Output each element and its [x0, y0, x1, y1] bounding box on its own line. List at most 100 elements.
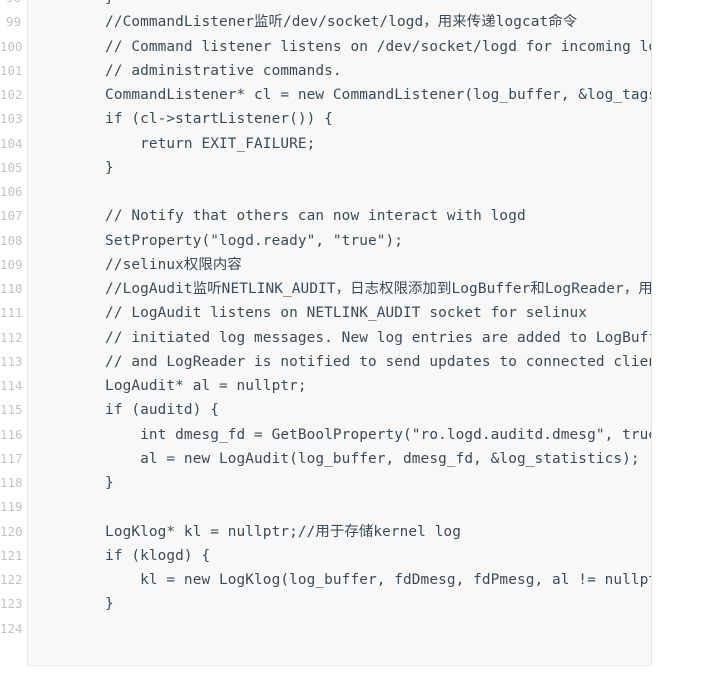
code-line-text: } [70, 596, 114, 613]
code-line-text: //selinux权限内容 [70, 256, 242, 273]
code-line[interactable]: if (auditd) { [0, 398, 651, 422]
code-line[interactable]: //CommandListener监听/dev/socket/logd，用来传递… [0, 10, 651, 34]
gutter-row: 99 [0, 10, 27, 34]
line-number: 98 [0, 0, 21, 10]
code-line[interactable] [0, 495, 651, 519]
gutter-row: 112 [0, 326, 27, 350]
line-number: 118 [0, 475, 23, 490]
line-number: 100 [0, 38, 23, 54]
code-line[interactable]: LogAudit* al = nullptr; [0, 374, 651, 398]
line-number: 115 [0, 402, 23, 418]
line-number: 123 [0, 596, 23, 612]
gutter-row: 114 [0, 374, 27, 398]
code-line[interactable]: //selinux权限内容 [0, 253, 651, 277]
line-number: 108 [0, 232, 23, 248]
gutter-row: 110 [0, 277, 27, 301]
line-number: 122 [0, 572, 23, 587]
code-line[interactable]: //LogAudit监听NETLINK_AUDIT，日志权限添加到LogBuff… [0, 277, 651, 301]
code-line-text: if (klogd) { [70, 547, 211, 564]
line-number: 117 [0, 450, 23, 466]
line-number: 124 [0, 620, 23, 636]
code-line-text: // LogAudit listens on NETLINK_AUDIT soc… [70, 305, 588, 322]
code-line-text: // Command listener listens on /dev/sock… [70, 38, 652, 55]
code-line[interactable]: } [0, 156, 651, 180]
code-line[interactable]: SetProperty("logd.ready", "true"); [0, 229, 651, 253]
line-number: 112 [0, 329, 23, 345]
code-line[interactable]: // administrative commands. [0, 59, 651, 83]
line-number: 109 [0, 256, 23, 272]
code-block: } //CommandListener监听/dev/socket/logd，用来… [0, 0, 702, 666]
code-line[interactable]: al = new LogAudit(log_buffer, dmesg_fd, … [0, 447, 651, 471]
code-line[interactable] [0, 617, 651, 641]
gutter-row: 117 [0, 447, 27, 471]
code-lines-container: } //CommandListener监听/dev/socket/logd，用来… [0, 0, 651, 641]
code-line[interactable]: // and LogReader is notified to send upd… [0, 350, 651, 374]
code-line[interactable]: } [0, 0, 651, 10]
code-line-text: // and LogReader is notified to send upd… [70, 353, 652, 370]
code-line-text: return EXIT_FAILURE; [70, 135, 316, 152]
code-line-text: } [70, 0, 114, 10]
code-line[interactable]: LogKlog* kl = nullptr;//用于存储kernel log [0, 520, 651, 544]
line-number: 111 [0, 305, 23, 321]
page-bottom-margin [0, 666, 702, 677]
gutter-row: 106 [0, 180, 27, 204]
line-number: 105 [0, 159, 23, 175]
code-line[interactable]: // initiated log messages. New log entri… [0, 326, 651, 350]
code-line-text: LogKlog* kl = nullptr;//用于存储kernel log [70, 523, 461, 540]
code-line-text: } [70, 475, 114, 491]
gutter-row: 121 [0, 544, 27, 568]
line-number: 103 [0, 111, 23, 127]
gutter-row: 118 [0, 471, 27, 495]
gutter-row: 122 [0, 568, 27, 592]
code-line[interactable] [0, 180, 651, 204]
line-number: 104 [0, 135, 23, 151]
gutter-row: 107 [0, 204, 27, 228]
code-scroll-viewport[interactable]: } //CommandListener监听/dev/socket/logd，用来… [0, 0, 652, 666]
code-line[interactable]: CommandListener* cl = new CommandListene… [0, 83, 651, 107]
code-line[interactable]: if (cl->startListener()) { [0, 107, 651, 131]
line-number: 101 [0, 62, 23, 78]
code-line[interactable]: if (klogd) { [0, 544, 651, 568]
line-number: 120 [0, 523, 23, 539]
code-line-text: // initiated log messages. New log entri… [70, 329, 652, 346]
gutter-row: 100 [0, 35, 27, 59]
code-line[interactable]: kl = new LogKlog(log_buffer, fdDmesg, fd… [0, 568, 651, 592]
code-line-text: if (cl->startListener()) { [70, 111, 333, 128]
gutter-row: 104 [0, 132, 27, 156]
line-number: 107 [0, 208, 23, 224]
line-number: 116 [0, 426, 23, 442]
code-line[interactable]: // Notify that others can now interact w… [0, 204, 651, 228]
gutter-row: 105 [0, 156, 27, 180]
gutter-row: 108 [0, 229, 27, 253]
line-number: 99 [5, 14, 21, 30]
code-line[interactable]: // Command listener listens on /dev/sock… [0, 35, 651, 59]
code-line-text: } [70, 159, 114, 176]
gutter-row: 124 [0, 617, 27, 641]
code-line-text: kl = new LogKlog(log_buffer, fdDmesg, fd… [140, 572, 651, 588]
code-line-text: LogAudit* al = nullptr; [70, 378, 307, 394]
code-line[interactable]: return EXIT_FAILURE; [0, 132, 651, 156]
code-line-text: if (auditd) { [70, 402, 219, 419]
line-number: 102 [0, 87, 23, 102]
line-number-gutter: 98 99 100 101 102 103 104 105 106 107 108 109 110 111… [0, 0, 28, 666]
code-line-text: CommandListener* cl = new CommandListene… [105, 87, 651, 103]
page-right-margin [653, 0, 702, 677]
gutter-row: 109 [0, 253, 27, 277]
line-number: 106 [0, 184, 23, 199]
code-line[interactable]: int dmesg_fd = GetBoolProperty("ro.logd.… [0, 423, 651, 447]
code-line-text: //CommandListener监听/dev/socket/logd，用来传递… [70, 14, 578, 31]
line-number: 114 [0, 378, 23, 393]
line-number: 119 [0, 499, 23, 515]
line-number: 113 [0, 353, 23, 369]
gutter-row: 115 [0, 398, 27, 422]
gutter-row: 111 [0, 301, 27, 325]
code-line-text: int dmesg_fd = GetBoolProperty("ro.logd.… [140, 426, 651, 443]
gutter-row: 102 [0, 83, 27, 107]
code-line[interactable]: // LogAudit listens on NETLINK_AUDIT soc… [0, 301, 651, 325]
line-number: 121 [0, 547, 23, 563]
line-numbers-container: 98 99 100 101 102 103 104 105 106 107 108 109 110 111… [0, 0, 27, 641]
code-line[interactable]: } [0, 471, 651, 495]
gutter-row: 98 [0, 0, 27, 10]
code-line[interactable]: } [0, 592, 651, 616]
gutter-row: 116 [0, 423, 27, 447]
